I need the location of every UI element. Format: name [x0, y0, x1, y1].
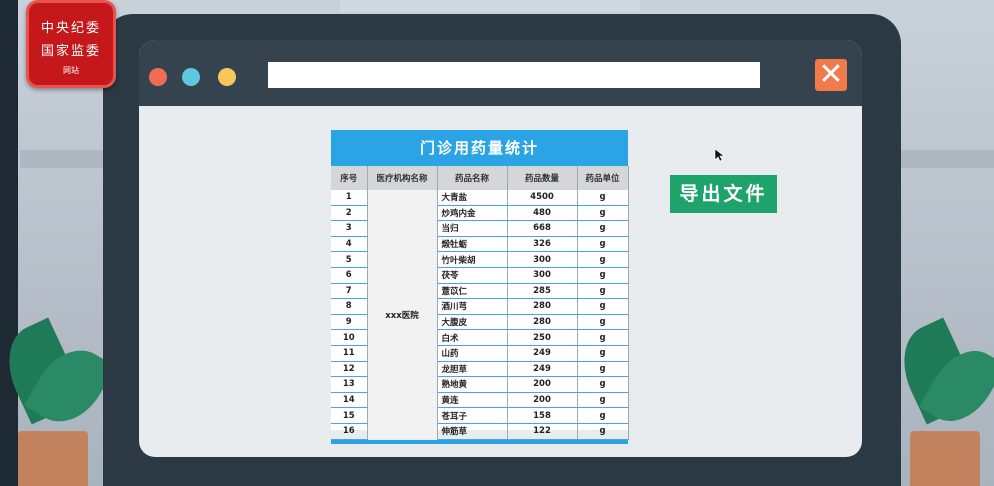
table-cell: g — [577, 236, 629, 253]
table-cell: g — [577, 251, 629, 268]
table-cell: 熟地黄 — [437, 376, 508, 393]
table-cell: 5 — [331, 251, 368, 268]
table-cell: 10 — [331, 329, 368, 346]
window-dot-blue[interactable] — [182, 68, 200, 86]
table-cell: 200 — [507, 392, 578, 409]
table-cell: 250 — [507, 329, 578, 346]
table-cell: 大青盐 — [437, 190, 508, 206]
column-header: 药品单位 — [577, 166, 629, 190]
report-table-panel: 门诊用药量统计 序号 医疗机构名称 药品名称 药品数量 药品单位 1 xxx医院大… — [331, 130, 629, 444]
table-cell: g — [577, 345, 629, 362]
table-cell: 4 — [331, 236, 368, 253]
table-cell: 2 — [331, 205, 368, 222]
plant-left — [0, 286, 116, 486]
table-cell: 白术 — [437, 329, 508, 346]
table-cell: g — [577, 190, 629, 206]
table-cell: 122 — [507, 423, 578, 440]
table-cell: g — [577, 423, 629, 440]
table-cell: 249 — [507, 345, 578, 362]
table-cell: 200 — [507, 376, 578, 393]
table-cell: 280 — [507, 314, 578, 331]
flower-pot — [910, 431, 980, 486]
table-cell: 茯苓 — [437, 267, 508, 284]
table-cell: 龙胆草 — [437, 361, 508, 378]
window-dot-red[interactable] — [149, 68, 167, 86]
table-cell: 16 — [331, 423, 368, 440]
table-cell: 当归 — [437, 220, 508, 237]
table-cell: 12 — [331, 361, 368, 378]
table-cell: g — [577, 329, 629, 346]
table-footer-bar — [331, 439, 628, 444]
table-cell: g — [577, 267, 629, 284]
table-cell: g — [577, 298, 629, 315]
table-cell: 煅牡蛎 — [437, 236, 508, 253]
close-icon[interactable]: ✕ — [815, 59, 847, 91]
table-cell: g — [577, 205, 629, 222]
table-cell: g — [577, 220, 629, 237]
table-cell: 13 — [331, 376, 368, 393]
table-cell: 大腹皮 — [437, 314, 508, 331]
column-header: 医疗机构名称 — [367, 166, 438, 190]
cursor-arrow-icon — [714, 148, 725, 162]
table-cell: 7 — [331, 283, 368, 300]
table-cell: 黄连 — [437, 392, 508, 409]
background-window — [340, 0, 640, 12]
window-dot-yellow[interactable] — [218, 68, 236, 86]
table-cell: 11 — [331, 345, 368, 362]
browser-window: ✕ 门诊用药量统计 序号 医疗机构名称 药品名称 药品数量 药品单位 1 xxx医… — [139, 40, 862, 457]
medication-table: 序号 医疗机构名称 药品名称 药品数量 药品单位 1 xxx医院 大青盐 4500 g 2… — [331, 166, 629, 440]
table-cell: 苍耳子 — [437, 407, 508, 424]
address-bar[interactable] — [268, 62, 760, 88]
table-cell: 249 — [507, 361, 578, 378]
background-shelf — [20, 150, 105, 168]
table-cell: 480 — [507, 205, 578, 222]
table-cell: g — [577, 361, 629, 378]
table-cell: g — [577, 376, 629, 393]
table-cell: 炒鸡内金 — [437, 205, 508, 222]
table-cell: 竹叶柴胡 — [437, 251, 508, 268]
logo-line-1: 中央纪委 — [40, 21, 101, 36]
flower-pot — [18, 431, 88, 486]
column-header: 药品名称 — [437, 166, 508, 190]
table-cell: 14 — [331, 392, 368, 409]
table-header-row: 序号 医疗机构名称 药品名称 药品数量 药品单位 — [331, 166, 629, 190]
table-cell: 6 — [331, 267, 368, 284]
table-cell: 326 — [507, 236, 578, 253]
table-cell: 285 — [507, 283, 578, 300]
export-file-button[interactable]: 导出文件 — [670, 175, 777, 213]
table-cell: 1 — [331, 190, 368, 206]
table-cell: 8 — [331, 298, 368, 315]
table-cell: 3 — [331, 220, 368, 237]
site-logo: 中央纪委 国家监委 网站 — [26, 0, 116, 88]
background-shelf — [900, 150, 994, 168]
browser-toolbar: ✕ — [139, 40, 862, 106]
logo-line-2: 国家监委 — [40, 44, 101, 59]
table-cell: 15 — [331, 407, 368, 424]
table-cell: g — [577, 407, 629, 424]
logo-line-3: 网站 — [63, 66, 79, 75]
table-cell: 300 — [507, 267, 578, 284]
table-cell: 9 — [331, 314, 368, 331]
table-cell: g — [577, 283, 629, 300]
table-cell: g — [577, 314, 629, 331]
table-cell: 280 — [507, 298, 578, 315]
table-cell: 4500 — [507, 190, 578, 206]
hospital-name-cell: xxx医院 — [367, 190, 438, 439]
table-cell: 158 — [507, 407, 578, 424]
table-cell: g — [577, 392, 629, 409]
table-cell: 668 — [507, 220, 578, 237]
column-header: 药品数量 — [507, 166, 578, 190]
table-cell: 伸筋草 — [437, 423, 508, 440]
table-cell: 薏苡仁 — [437, 283, 508, 300]
table-cell: 300 — [507, 251, 578, 268]
table-cell: 酒川芎 — [437, 298, 508, 315]
report-title: 门诊用药量统计 — [331, 130, 628, 166]
table-row: 1 xxx医院 大青盐 4500 g — [331, 190, 629, 439]
plant-right — [888, 286, 994, 486]
table-cell: 山药 — [437, 345, 508, 362]
column-header: 序号 — [331, 166, 368, 190]
